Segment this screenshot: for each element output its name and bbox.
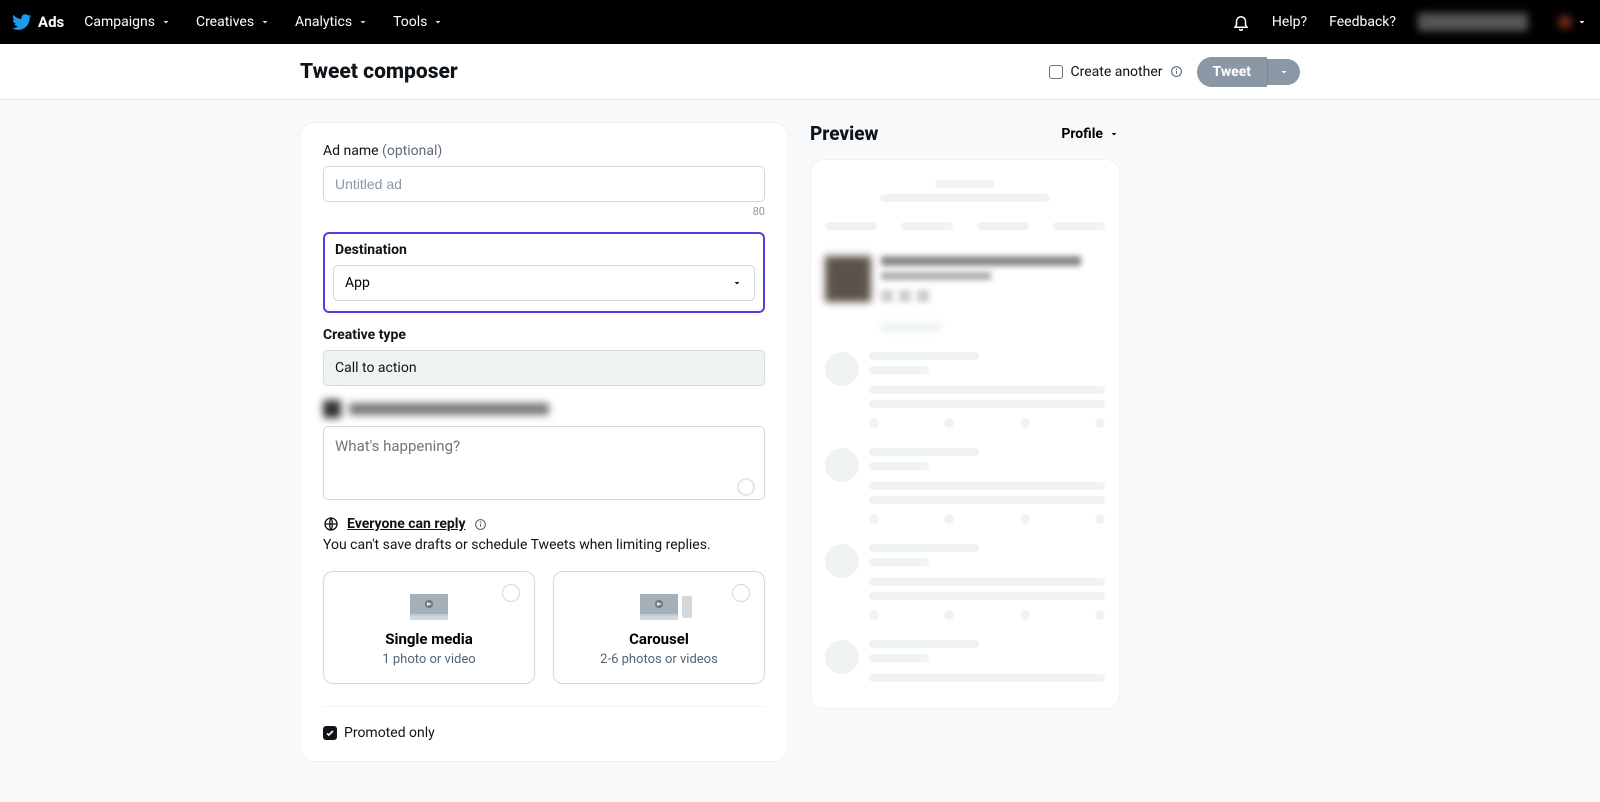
page-header: Tweet composer Create another Tweet bbox=[0, 44, 1600, 100]
checkbox-checked-icon bbox=[323, 726, 337, 740]
chevron-down-icon bbox=[160, 16, 172, 28]
carousel-thumb-icon bbox=[640, 594, 678, 620]
radio-icon bbox=[732, 584, 750, 602]
chevron-down-icon bbox=[731, 277, 743, 289]
creative-type-field: Call to action bbox=[323, 350, 765, 386]
ad-name-label: Ad name (optional) bbox=[323, 143, 765, 159]
preview-mode-value: Profile bbox=[1061, 126, 1103, 142]
creative-type-label: Creative type bbox=[323, 327, 765, 343]
page-body: Ad name (optional) 80 Destination App Cr… bbox=[300, 100, 1300, 802]
globe-icon bbox=[323, 516, 339, 532]
nav-analytics[interactable]: Analytics bbox=[295, 14, 369, 30]
media-option-single[interactable]: Single media 1 photo or video bbox=[323, 571, 535, 684]
tweet-button-dropdown[interactable] bbox=[1267, 59, 1300, 85]
media-option-sub: 1 photo or video bbox=[334, 652, 524, 667]
account-name-blurred bbox=[1418, 13, 1528, 31]
top-nav: Ads Campaigns Creatives Analytics Tools … bbox=[0, 0, 1600, 44]
preview-card bbox=[810, 159, 1120, 709]
chevron-down-icon bbox=[1278, 66, 1290, 78]
destination-select[interactable]: App bbox=[333, 265, 755, 301]
page-title: Tweet composer bbox=[300, 60, 458, 84]
ad-name-input[interactable] bbox=[323, 166, 765, 202]
chevron-down-icon bbox=[1108, 128, 1120, 140]
logo[interactable]: Ads bbox=[12, 12, 64, 32]
reply-settings-row: Everyone can reply bbox=[323, 516, 765, 532]
nav-tools[interactable]: Tools bbox=[393, 14, 444, 30]
tweet-button-group: Tweet bbox=[1197, 57, 1300, 87]
char-count-ring-icon bbox=[737, 478, 755, 496]
promoted-only-label: Promoted only bbox=[344, 725, 435, 741]
reply-hint: You can't save drafts or schedule Tweets… bbox=[323, 537, 765, 553]
info-icon[interactable] bbox=[474, 518, 487, 531]
preview-header: Preview Profile bbox=[810, 122, 1120, 145]
tweet-text-group bbox=[323, 426, 765, 504]
ad-name-group: Ad name (optional) 80 bbox=[323, 143, 765, 218]
radio-icon bbox=[502, 584, 520, 602]
creative-type-group: Creative type Call to action bbox=[323, 327, 765, 386]
composer-card: Ad name (optional) 80 Destination App Cr… bbox=[300, 122, 788, 762]
media-option-title: Carousel bbox=[564, 630, 754, 648]
nav-campaigns[interactable]: Campaigns bbox=[84, 14, 172, 30]
media-option-sub: 2-6 photos or videos bbox=[564, 652, 754, 667]
ad-name-counter: 80 bbox=[323, 205, 765, 218]
reply-who-link[interactable]: Everyone can reply bbox=[347, 516, 466, 532]
media-options: Single media 1 photo or video Carousel 2… bbox=[323, 571, 765, 684]
nav-creatives[interactable]: Creatives bbox=[196, 14, 271, 30]
tweet-button[interactable]: Tweet bbox=[1197, 57, 1267, 87]
preview-title: Preview bbox=[810, 122, 878, 145]
brand-text: Ads bbox=[38, 13, 64, 31]
single-media-thumb-icon bbox=[410, 594, 448, 620]
account-avatar-blurred[interactable] bbox=[1550, 15, 1588, 29]
posting-as-row bbox=[323, 400, 765, 418]
chevron-down-icon bbox=[259, 16, 271, 28]
media-option-carousel[interactable]: Carousel 2-6 photos or videos bbox=[553, 571, 765, 684]
preview-mode-dropdown[interactable]: Profile bbox=[1061, 126, 1120, 142]
chevron-down-icon bbox=[432, 16, 444, 28]
chevron-down-icon bbox=[1576, 16, 1588, 28]
checkbox-icon bbox=[1049, 65, 1063, 79]
promoted-only-checkbox[interactable]: Promoted only bbox=[323, 725, 765, 741]
notification-bell-icon[interactable] bbox=[1232, 13, 1250, 31]
chevron-down-icon bbox=[357, 16, 369, 28]
help-link[interactable]: Help? bbox=[1272, 14, 1307, 30]
media-option-title: Single media bbox=[334, 630, 524, 648]
preview-column: Preview Profile bbox=[810, 122, 1120, 709]
create-another-label: Create another bbox=[1070, 64, 1162, 80]
divider bbox=[323, 706, 765, 707]
info-icon[interactable] bbox=[1170, 65, 1183, 78]
twitter-bird-icon bbox=[12, 12, 32, 32]
destination-label: Destination bbox=[335, 242, 755, 258]
nav-right: Help? Feedback? bbox=[1232, 13, 1588, 31]
create-another-checkbox[interactable]: Create another bbox=[1049, 64, 1182, 80]
destination-value: App bbox=[345, 275, 370, 291]
nav-items: Campaigns Creatives Analytics Tools bbox=[84, 14, 444, 30]
tweet-textarea[interactable] bbox=[323, 426, 765, 500]
destination-group: Destination App bbox=[323, 232, 765, 313]
feedback-link[interactable]: Feedback? bbox=[1329, 14, 1396, 30]
